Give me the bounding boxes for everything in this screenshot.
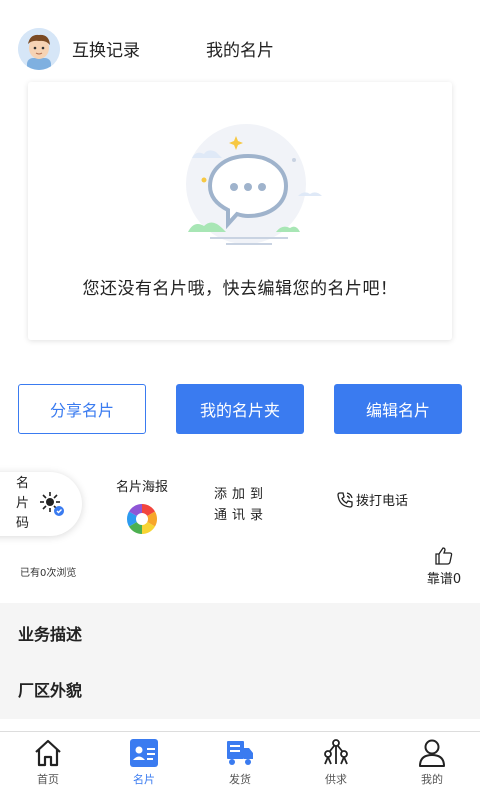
bottom-nav: 首页 名片 发货 供求 我的 xyxy=(0,731,480,800)
nav-shipping[interactable]: 发货 xyxy=(192,732,288,800)
nav-supply-demand[interactable]: 供求 xyxy=(288,732,384,800)
tab-my-card[interactable]: 我的名片 xyxy=(206,36,274,61)
like-button[interactable]: 靠谱0 xyxy=(424,546,464,587)
thumbs-up-icon xyxy=(435,547,453,565)
card-sections: 业务描述 厂区外貌 xyxy=(0,603,480,719)
empty-chat-illustration-icon xyxy=(186,124,322,245)
nav-home[interactable]: 首页 xyxy=(0,732,96,800)
header: 互换记录 我的名片 xyxy=(18,26,462,72)
page: 互换记录 我的名片 您还没有名片哦，快去编辑您的名片吧！ 分享名片 我的名片夹 … xyxy=(0,0,480,800)
section-business-description: 业务描述 xyxy=(18,625,83,644)
nav-mine[interactable]: 我的 xyxy=(384,732,480,800)
card-code-label: 名片码 xyxy=(16,476,30,531)
phone-icon xyxy=(337,491,353,508)
nav-mine-label: 我的 xyxy=(421,773,443,786)
aperture-icon xyxy=(126,504,158,534)
like-count: 靠谱0 xyxy=(426,572,462,587)
tab-exchange-records[interactable]: 互换记录 xyxy=(72,36,140,61)
nav-card[interactable]: 名片 xyxy=(96,732,192,800)
card-poster-label: 名片海报 xyxy=(115,480,168,495)
add-to-contacts-button[interactable]: 添加到通讯录 xyxy=(214,484,274,526)
call-label: 拨打电话 xyxy=(356,494,409,509)
avatar-image xyxy=(18,28,60,70)
share-card-button[interactable]: 分享名片 xyxy=(18,384,146,434)
nav-supply-demand-label: 供求 xyxy=(325,773,347,786)
edit-card-button[interactable]: 编辑名片 xyxy=(334,384,462,434)
truck-icon xyxy=(227,741,253,765)
empty-card: 您还没有名片哦，快去编辑您的名片吧！ xyxy=(28,82,452,340)
nav-card-label: 名片 xyxy=(133,773,155,786)
nav-home-label: 首页 xyxy=(37,773,59,786)
my-card-folder-button[interactable]: 我的名片夹 xyxy=(176,384,304,434)
card-icon xyxy=(130,739,158,767)
qr-code-icon xyxy=(40,492,64,516)
network-icon xyxy=(324,739,348,765)
view-count: 已有0次浏览 xyxy=(20,568,77,579)
empty-message: 您还没有名片哦，快去编辑您的名片吧！ xyxy=(82,279,398,299)
card-code-button[interactable]: 名片码 xyxy=(0,472,82,536)
user-icon xyxy=(419,739,445,767)
nav-shipping-label: 发货 xyxy=(229,773,251,786)
home-icon xyxy=(35,739,61,767)
section-factory-appearance: 厂区外貌 xyxy=(18,681,83,700)
call-button[interactable]: 拨打电话 xyxy=(336,490,408,509)
card-poster-button[interactable]: 名片海报 xyxy=(112,476,172,535)
avatar[interactable] xyxy=(18,28,60,70)
